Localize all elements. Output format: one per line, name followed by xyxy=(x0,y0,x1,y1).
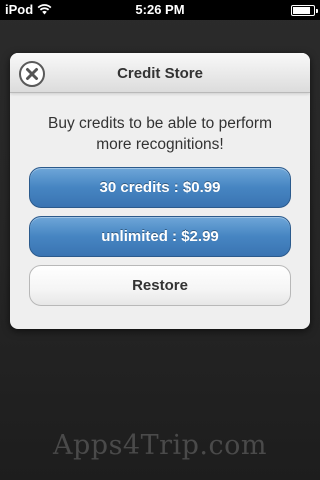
credit-store-dialog: Credit Store Buy credits to be able to p… xyxy=(10,53,310,329)
battery-fill xyxy=(293,7,310,14)
restore-button[interactable]: Restore xyxy=(29,265,291,306)
dialog-message: Buy credits to be able to perform more r… xyxy=(47,115,272,153)
status-bar: iPod 5:26 PM xyxy=(0,0,320,20)
buy-30-credits-button[interactable]: 30 credits : $0.99 xyxy=(29,167,291,208)
dialog-header: Credit Store xyxy=(10,53,310,93)
status-time: 5:26 PM xyxy=(135,2,185,17)
battery-icon xyxy=(291,5,318,16)
watermark: Apps4Trip.com xyxy=(53,430,267,461)
buy-unlimited-button[interactable]: unlimited : $2.99 xyxy=(29,216,291,257)
dialog-title: Credit Store xyxy=(117,65,203,82)
